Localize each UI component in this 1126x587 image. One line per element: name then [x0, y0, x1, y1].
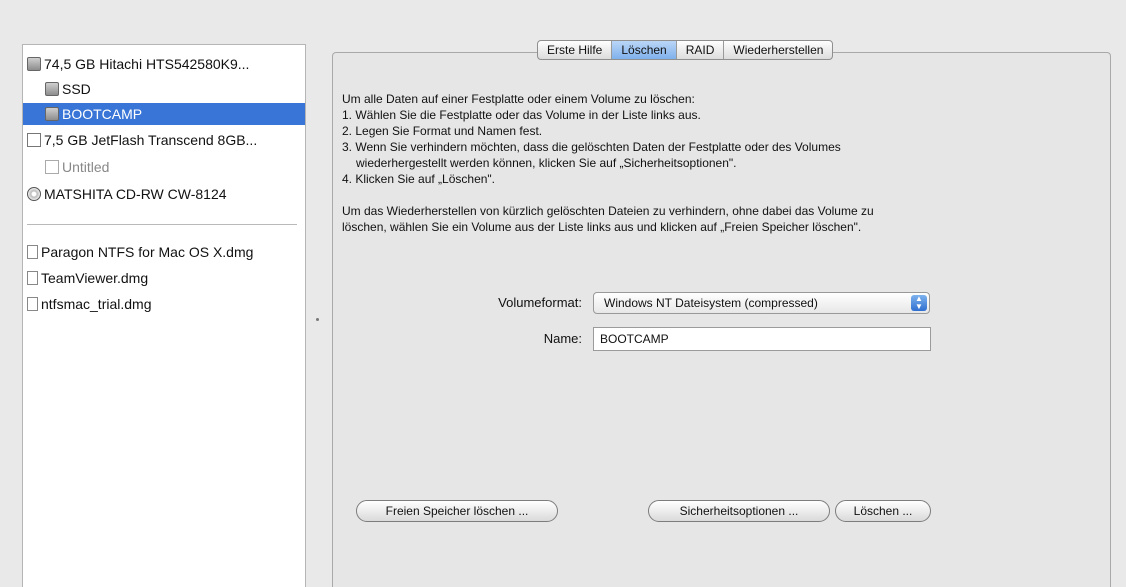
name-label: Name:	[543, 331, 582, 346]
chevron-up-down-icon: ▲ ▼	[911, 295, 927, 311]
erase-free-space-button[interactable]: Freien Speicher löschen ...	[356, 500, 558, 522]
volume-format-value: Windows NT Dateisystem (compressed)	[604, 296, 818, 310]
tab-restore[interactable]: Wiederherstellen	[724, 41, 832, 59]
erase-button[interactable]: Löschen ...	[835, 500, 931, 522]
instructions-step-3: 3. Wenn Sie verhindern möchten, dass die…	[342, 140, 841, 154]
tab-erase[interactable]: Löschen	[612, 41, 677, 59]
sidebar-item-untitled[interactable]: Untitled	[45, 156, 109, 178]
sidebar-item-cd-drive[interactable]: MATSHITA CD-RW CW-8124	[27, 183, 227, 205]
tab-bar: Erste Hilfe Löschen RAID Wiederherstelle…	[537, 40, 834, 60]
sidebar-item-label: 74,5 GB Hitachi HTS542580K9...	[44, 56, 250, 72]
hard-disk-icon	[27, 57, 41, 71]
disk-list-sidebar[interactable]: 74,5 GB Hitachi HTS542580K9... SSD BOOTC…	[22, 44, 306, 587]
sidebar-item-teamviewer-dmg[interactable]: TeamViewer.dmg	[27, 267, 148, 289]
disk-image-icon	[27, 271, 38, 285]
volume-icon	[45, 107, 59, 121]
disk-image-icon	[27, 245, 38, 259]
tab-raid[interactable]: RAID	[677, 41, 725, 59]
volume-name-field[interactable]: BOOTCAMP	[593, 327, 931, 351]
security-options-button[interactable]: Sicherheitsoptionen ...	[648, 500, 830, 522]
sidebar-item-hitachi-disk[interactable]: 74,5 GB Hitachi HTS542580K9...	[27, 53, 249, 75]
optical-drive-icon	[27, 187, 41, 201]
sidebar-item-jetflash[interactable]: 7,5 GB JetFlash Transcend 8GB...	[27, 129, 257, 151]
sidebar-item-label: ntfsmac_trial.dmg	[41, 296, 152, 312]
instructions-intro: Um alle Daten auf einer Festplatte oder …	[342, 92, 695, 106]
sidebar-item-paragon-dmg[interactable]: Paragon NTFS for Mac OS X.dmg	[27, 241, 253, 263]
usb-drive-icon	[27, 133, 41, 147]
volume-format-select[interactable]: Windows NT Dateisystem (compressed) ▲ ▼	[593, 292, 930, 314]
sidebar-item-ntfsmac-dmg[interactable]: ntfsmac_trial.dmg	[27, 293, 151, 315]
volume-icon	[45, 160, 59, 174]
split-view-handle[interactable]	[316, 318, 319, 321]
free-space-info-line-1: Um das Wiederherstellen von kürzlich gel…	[342, 204, 874, 218]
volume-format-label: Volumeformat:	[498, 295, 582, 310]
sidebar-divider	[27, 224, 297, 225]
disk-image-icon	[27, 297, 38, 311]
sidebar-item-label: Paragon NTFS for Mac OS X.dmg	[41, 244, 254, 260]
tab-first-aid[interactable]: Erste Hilfe	[538, 41, 613, 59]
erase-instructions: Um alle Daten auf einer Festplatte oder …	[342, 91, 1062, 235]
sidebar-item-label: TeamViewer.dmg	[41, 270, 149, 286]
sidebar-item-label: 7,5 GB JetFlash Transcend 8GB...	[44, 132, 258, 148]
instructions-step-2: 2. Legen Sie Format und Namen fest.	[342, 124, 543, 138]
free-space-info-line-2: löschen, wählen Sie ein Volume aus der L…	[342, 220, 862, 234]
volume-icon	[45, 82, 59, 96]
sidebar-item-bootcamp[interactable]: BOOTCAMP	[23, 103, 305, 125]
sidebar-item-label: BOOTCAMP	[62, 106, 143, 122]
sidebar-item-label: MATSHITA CD-RW CW-8124	[44, 186, 227, 202]
sidebar-item-ssd[interactable]: SSD	[45, 78, 91, 100]
instructions-step-4: 4. Klicken Sie auf „Löschen".	[342, 172, 496, 186]
instructions-step-3-cont: wiederhergestellt werden können, klicken…	[356, 156, 737, 170]
sidebar-item-label: SSD	[62, 81, 91, 97]
instructions-step-1: 1. Wählen Sie die Festplatte oder das Vo…	[342, 108, 701, 122]
sidebar-item-label: Untitled	[62, 159, 110, 175]
